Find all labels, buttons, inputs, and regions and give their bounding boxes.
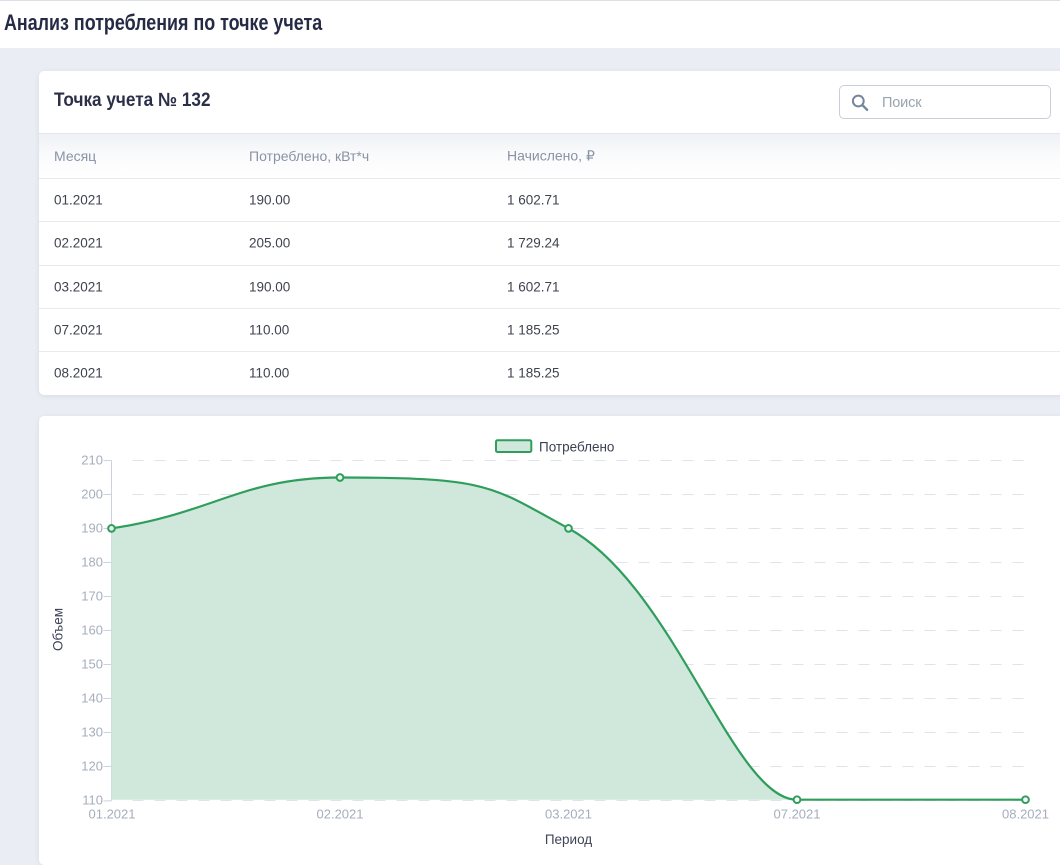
svg-text:130: 130 <box>81 725 103 740</box>
svg-text:03.2021: 03.2021 <box>545 807 592 822</box>
svg-text:210: 210 <box>81 453 103 468</box>
svg-text:200: 200 <box>81 487 103 502</box>
svg-text:140: 140 <box>81 691 103 706</box>
svg-text:110: 110 <box>82 793 103 808</box>
svg-text:170: 170 <box>81 589 103 604</box>
svg-text:160: 160 <box>81 623 103 638</box>
svg-text:02.2021: 02.2021 <box>317 807 364 822</box>
svg-text:180: 180 <box>81 555 103 570</box>
svg-text:120: 120 <box>81 759 103 774</box>
svg-text:Период: Период <box>545 832 592 847</box>
svg-text:Потреблено: Потреблено <box>539 440 614 455</box>
svg-text:Объем: Объем <box>51 608 66 651</box>
svg-text:150: 150 <box>81 657 103 672</box>
svg-text:01.2021: 01.2021 <box>89 807 136 822</box>
svg-text:190: 190 <box>81 521 103 536</box>
svg-text:08.2021: 08.2021 <box>1002 807 1049 822</box>
svg-text:07.2021: 07.2021 <box>774 807 821 822</box>
